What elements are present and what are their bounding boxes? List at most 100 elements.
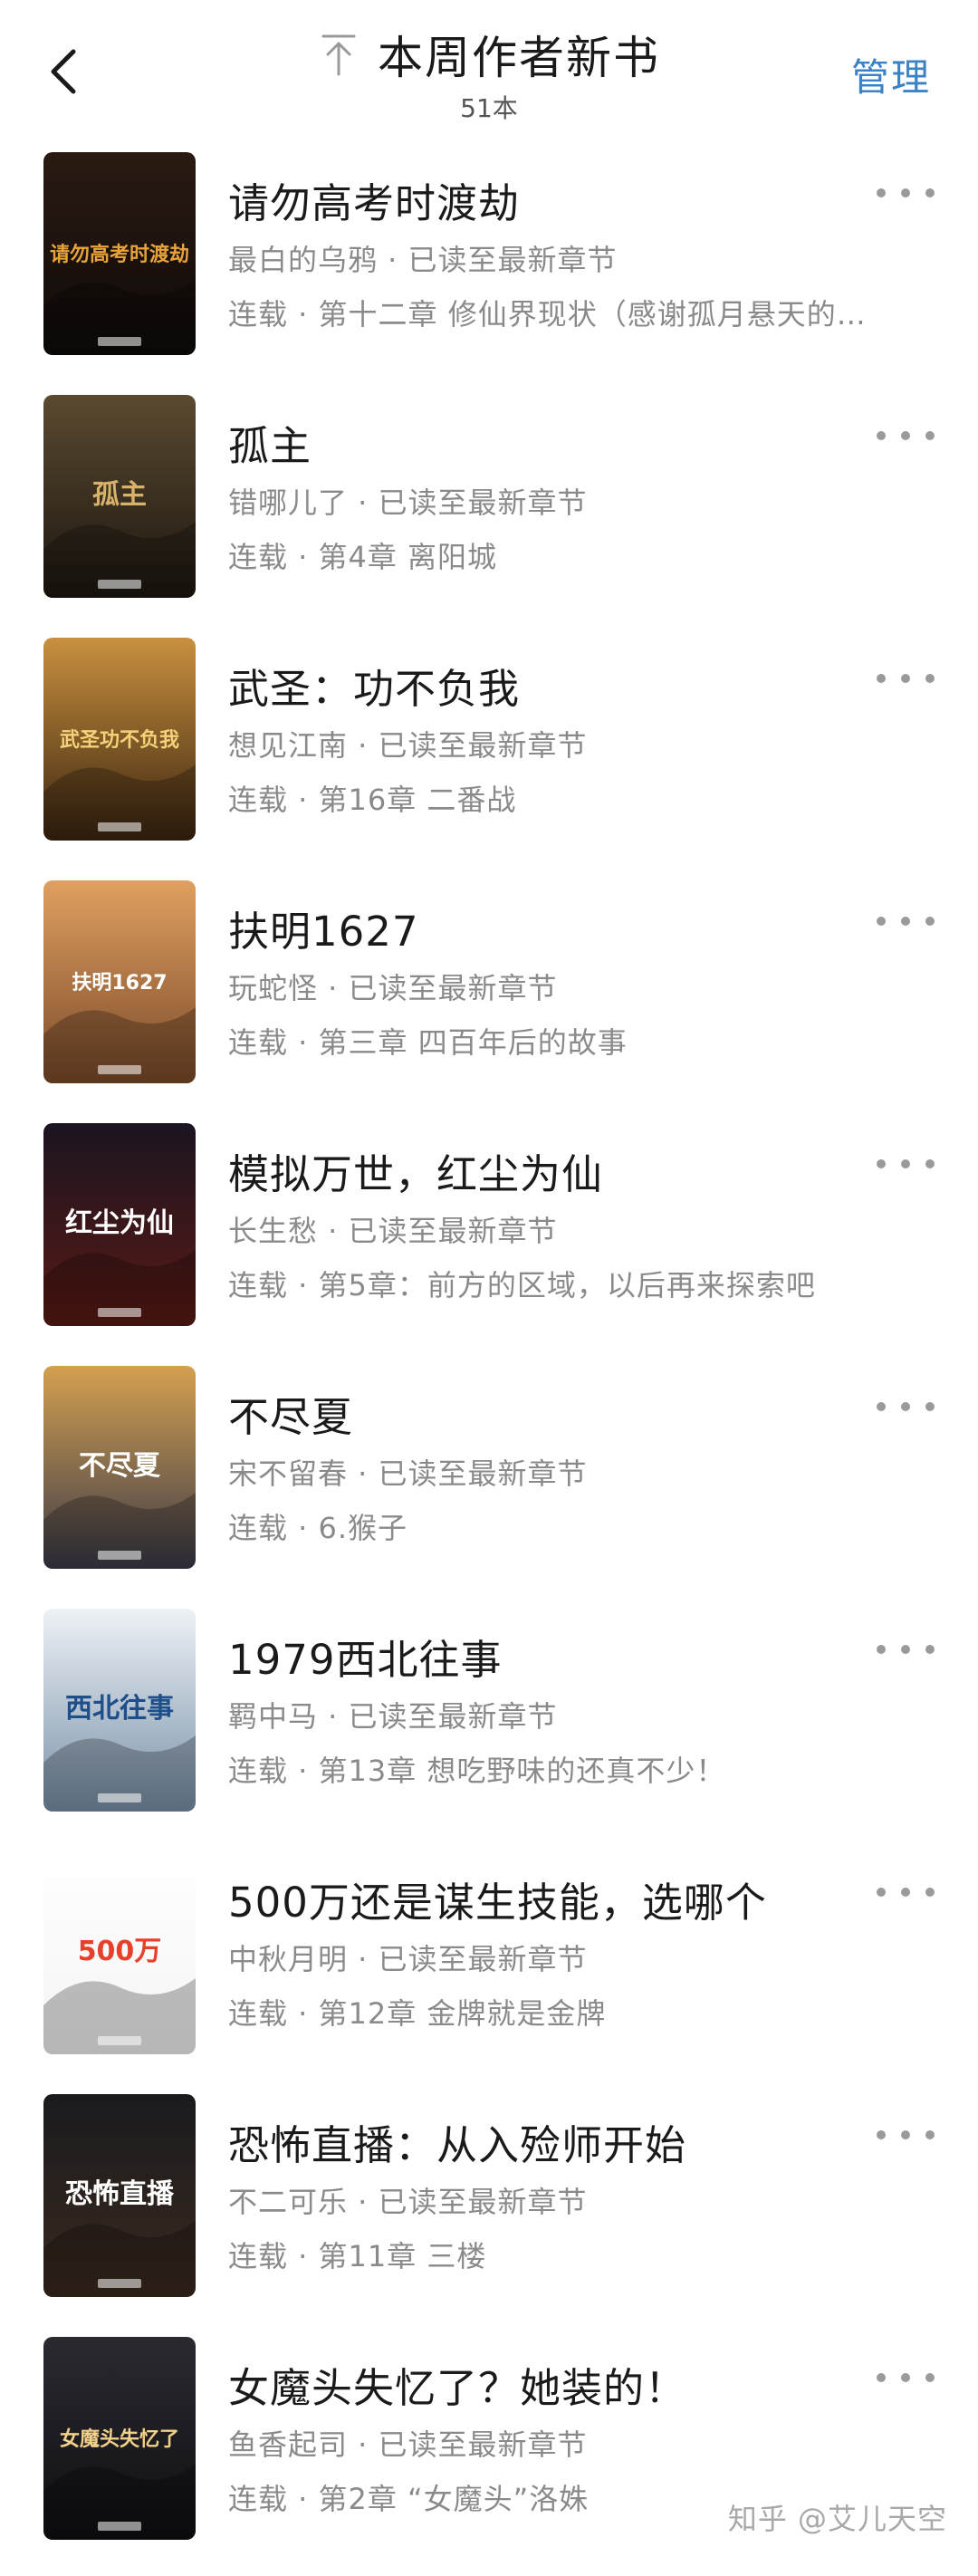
more-dot: [901, 188, 910, 197]
more-dot: [925, 917, 935, 926]
book-title[interactable]: 扶明1627: [228, 899, 419, 957]
book-author-status: 鱼香起司 · 已读至最新章节: [228, 2427, 588, 2462]
more-dot: [925, 2373, 935, 2382]
book-title[interactable]: 武圣：功不负我: [228, 656, 520, 715]
more-dots-icon[interactable]: [877, 422, 935, 449]
more-dots-icon[interactable]: [877, 1879, 935, 1906]
watermark: 知乎 @艾儿天空: [727, 2502, 947, 2536]
more-dot: [877, 188, 886, 197]
more-dots-icon[interactable]: [877, 2121, 935, 2148]
book-latest-chapter: 连载 · 6.猴子: [228, 1511, 408, 1545]
cover-title-text: 孤主: [92, 479, 147, 511]
book-author-status: 不二可乐 · 已读至最新章节: [228, 2185, 588, 2219]
more-dot: [877, 1159, 886, 1168]
cover-title-text: 西北往事: [65, 1693, 174, 1725]
more-dots-icon[interactable]: [877, 908, 935, 935]
book-latest-chapter: 连载 · 第13章 想吃野味的还真不少！: [228, 1754, 726, 1788]
more-dot: [925, 1402, 935, 1411]
book-cover[interactable]: 扶明1627: [43, 880, 196, 1083]
book-title[interactable]: 请勿高考时渡劫: [228, 170, 520, 229]
more-dot: [925, 1159, 935, 1168]
book-item[interactable]: 武圣功不负我 武圣：功不负我想见江南 · 已读至最新章节 连载 · 第16章 二番战: [0, 638, 978, 880]
book-item[interactable]: 恐怖直播 恐怖直播：从入殓师开始不二可乐 · 已读至最新章节 连载 · 第11章 三…: [0, 2094, 978, 2337]
more-dot: [901, 917, 910, 926]
manage-button[interactable]: 管理: [851, 47, 931, 102]
more-dot: [901, 1159, 910, 1168]
bookshelf-page: 本周作者新书 51本 管理 请勿高考时渡劫 请勿高考时渡劫 最白的乌鸦 · 已读至最…: [0, 0, 978, 2576]
book-item[interactable]: 请勿高考时渡劫 请勿高考时渡劫 最白的乌鸦 · 已读至最新章节 连载 · 第十二章 修…: [0, 152, 978, 395]
more-dot: [877, 1888, 886, 1897]
book-cover[interactable]: 500万: [43, 1851, 196, 2054]
book-item[interactable]: 西北往事 1979西北往事羁中马 · 已读至最新章节连载 · 第13章 想吃野味的…: [0, 1609, 978, 1851]
more-dot: [877, 431, 886, 440]
book-latest-chapter: 连载 · 第16章 二番战: [228, 783, 517, 817]
cover-title-text: 红尘为仙: [65, 1207, 174, 1239]
book-latest-chapter: 连载 · 第12章 金牌就是金牌: [228, 1996, 607, 2031]
book-title[interactable]: 不尽夏: [228, 1384, 353, 1443]
more-dot: [901, 1888, 910, 1897]
book-cover[interactable]: 女魔头失忆了: [43, 2337, 196, 2540]
book-item[interactable]: 女魔头失忆了 女魔头失忆了？她装的！ 鱼香起司 · 已读至最新章节 连载 · 第2章 …: [0, 2337, 978, 2576]
more-dot: [901, 1402, 910, 1411]
book-cover[interactable]: 红尘为仙: [43, 1123, 196, 1326]
book-author-status: 错哪儿了 · 已读至最新章节: [228, 485, 588, 520]
more-dot: [925, 2130, 935, 2139]
more-dot: [877, 917, 886, 926]
more-dots-icon[interactable]: [877, 1636, 935, 1663]
more-dot: [901, 1645, 910, 1654]
book-item[interactable]: 扶明1627 扶明1627 玩蛇怪 · 已读至最新章节连载 · 第三章 四百年后的故…: [0, 880, 978, 1123]
cover-title-text: 不尽夏: [79, 1450, 161, 1482]
title-block: 本周作者新书 51本: [0, 22, 978, 125]
book-title[interactable]: 女魔头失忆了？她装的！: [228, 2355, 686, 2414]
more-dot: [877, 1645, 886, 1654]
more-dot: [901, 2373, 910, 2382]
book-title[interactable]: 1979西北往事: [228, 1627, 503, 1686]
book-item[interactable]: 孤主 孤主 错哪儿了 · 已读至最新章节 连载 · 第4章 离阳城: [0, 395, 978, 638]
book-item[interactable]: 红尘为仙 模拟万世，红尘为仙 长生愁 · 已读至最新章节 连载 · 第5章：前方的区域…: [0, 1123, 978, 1366]
more-dots-icon[interactable]: [877, 179, 935, 207]
book-author-status: 中秋月明 · 已读至最新章节: [228, 1942, 588, 1976]
book-cover[interactable]: 不尽夏: [43, 1366, 196, 1569]
book-latest-chapter: 连载 · 第11章 三楼: [228, 2239, 487, 2273]
more-dot: [877, 1402, 886, 1411]
book-latest-chapter: 连载 · 第十二章 修仙界现状（感谢孤月悬天的…: [228, 297, 867, 332]
more-dot: [901, 431, 910, 440]
book-author-status: 羁中马 · 已读至最新章节: [228, 1699, 558, 1734]
book-cover[interactable]: 孤主: [43, 395, 196, 598]
more-dot: [925, 1645, 935, 1654]
more-dot: [925, 674, 935, 683]
book-title[interactable]: 500万还是谋生技能，选哪个: [228, 1870, 767, 1928]
book-count: 51本: [460, 93, 518, 123]
cover-title-text: 女魔头失忆了: [60, 2427, 179, 2451]
more-dot: [925, 1888, 935, 1897]
more-dots-icon[interactable]: [877, 1393, 935, 1420]
book-author-status: 宋不留春 · 已读至最新章节: [228, 1456, 588, 1491]
book-latest-chapter: 连载 · 第三章 四百年后的故事: [228, 1025, 628, 1060]
more-dot: [901, 2130, 910, 2139]
cover-title-text: 武圣功不负我: [60, 729, 179, 752]
book-title[interactable]: 模拟万世，红尘为仙: [228, 1141, 603, 1200]
book-cover[interactable]: 西北往事: [43, 1609, 196, 1812]
more-dot: [877, 674, 886, 683]
book-list: 请勿高考时渡劫 请勿高考时渡劫 最白的乌鸦 · 已读至最新章节 连载 · 第十二章 修…: [0, 152, 978, 2576]
more-dots-icon[interactable]: [877, 665, 935, 692]
more-dots-icon[interactable]: [877, 1150, 935, 1177]
book-author-status: 玩蛇怪 · 已读至最新章节: [228, 971, 558, 1005]
more-dot: [877, 2373, 886, 2382]
cover-title-text: 扶明1627: [72, 972, 167, 995]
more-dots-icon[interactable]: [877, 2364, 935, 2391]
book-item[interactable]: 500万 500万还是谋生技能，选哪个中秋月明 · 已读至最新章节 连载 · 第12…: [0, 1851, 978, 2094]
header: 本周作者新书 51本 管理: [0, 0, 978, 136]
cover-title-text: 500万: [78, 1936, 162, 1967]
more-dot: [877, 2130, 886, 2139]
page-title: 本周作者新书: [378, 32, 660, 84]
book-latest-chapter: 连载 · 第5章：前方的区域，以后再来探索吧: [228, 1268, 816, 1302]
book-cover[interactable]: 恐怖直播: [43, 2094, 196, 2297]
book-item[interactable]: 不尽夏 不尽夏 宋不留春 · 已读至最新章节 连载 · 6.猴子: [0, 1366, 978, 1609]
book-title[interactable]: 恐怖直播：从入殓师开始: [228, 2112, 686, 2171]
book-author-status: 想见江南 · 已读至最新章节: [228, 728, 588, 763]
book-cover[interactable]: 请勿高考时渡劫: [43, 152, 196, 355]
book-author-status: 最白的乌鸦 · 已读至最新章节: [228, 243, 618, 277]
book-title[interactable]: 孤主: [228, 413, 312, 472]
book-cover[interactable]: 武圣功不负我: [43, 638, 196, 841]
